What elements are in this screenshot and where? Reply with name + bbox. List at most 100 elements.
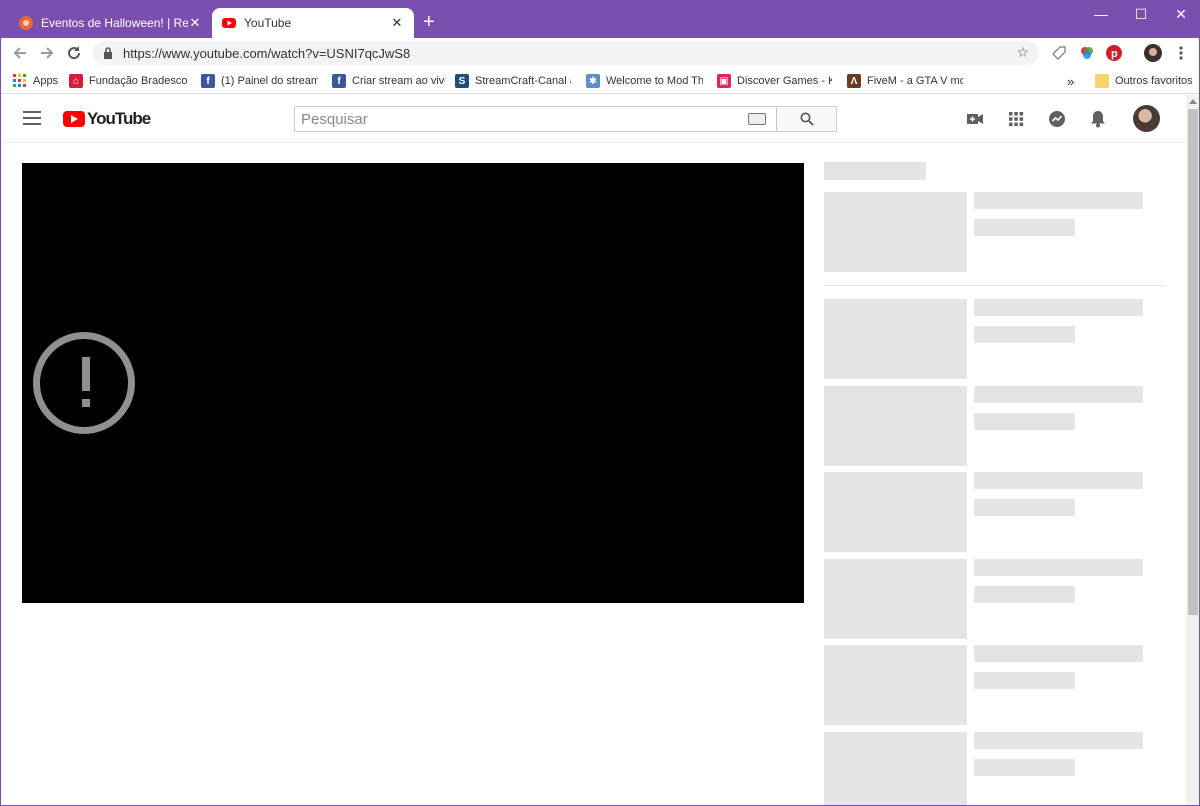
- bookmark-label: Criar stream ao vivo: [352, 75, 445, 87]
- apps-grid-icon[interactable]: [1006, 109, 1026, 129]
- forward-arrow-icon: [41, 47, 54, 59]
- skeleton-title: [974, 732, 1143, 749]
- bookmark-item[interactable]: f Criar stream ao vivo: [332, 72, 445, 90]
- bookmark-item[interactable]: ✱ Welcome to Mod The: [586, 72, 703, 90]
- bookmark-item[interactable]: S StreamCraft-Canal ac: [455, 72, 571, 90]
- back-button[interactable]: [10, 43, 30, 63]
- bookmark-label: Apps: [33, 75, 59, 87]
- menu-kebab-icon[interactable]: [1172, 44, 1190, 62]
- youtube-logo-text: YouTube: [87, 109, 151, 128]
- skeleton-thumbnail: [824, 559, 967, 639]
- extension-color-icon[interactable]: [1078, 44, 1096, 62]
- skeleton-title: [974, 559, 1143, 576]
- browser-toolbar: https://www.youtube.com/watch?v=USNI7qcJ…: [1, 38, 1199, 68]
- bookmark-item[interactable]: ▣ Discover Games - Key: [717, 72, 832, 90]
- bookmarks-overflow-button[interactable]: »: [1067, 72, 1074, 90]
- youtube-logo[interactable]: YouTube: [63, 109, 151, 129]
- modthesims-icon: ✱: [586, 74, 600, 88]
- bookmark-label: (1) Painel do streame: [221, 75, 318, 87]
- skeleton-meta: [974, 326, 1075, 343]
- reload-button[interactable]: [64, 43, 84, 63]
- search-button[interactable]: [777, 106, 837, 132]
- reload-icon: [68, 46, 81, 60]
- extension-tag-icon[interactable]: [1050, 44, 1068, 62]
- bookmark-apps[interactable]: Apps: [13, 72, 58, 90]
- youtube-icon: [222, 18, 236, 28]
- error-alert-icon: [33, 332, 135, 434]
- profile-avatar-icon[interactable]: [1144, 44, 1162, 62]
- streamcraft-icon: S: [455, 74, 469, 88]
- skeleton-meta: [974, 499, 1075, 516]
- fivem-icon: Λ: [847, 74, 861, 88]
- skeleton-title: [974, 645, 1143, 662]
- scrollbar-thumb[interactable]: [1188, 109, 1198, 615]
- create-video-icon[interactable]: [965, 109, 985, 129]
- svg-text:p: p: [1111, 48, 1118, 60]
- skeleton-meta: [974, 586, 1075, 603]
- tab-youtube[interactable]: YouTube ✕: [212, 8, 414, 38]
- tab-close-icon[interactable]: ✕: [188, 15, 202, 31]
- page-scrollbar[interactable]: [1186, 95, 1199, 805]
- bookmark-label: FiveM - a GTA V mod: [867, 75, 963, 87]
- search-box[interactable]: [294, 106, 777, 132]
- hamburger-menu-icon[interactable]: [23, 111, 41, 125]
- bradesco-icon: ⌂: [69, 74, 83, 88]
- skeleton-thumbnail: [824, 192, 967, 272]
- forward-button[interactable]: [37, 43, 57, 63]
- facebook-icon: f: [332, 74, 346, 88]
- notifications-bell-icon[interactable]: [1088, 109, 1108, 129]
- messages-icon[interactable]: [1047, 109, 1067, 129]
- bookmark-folder-outros[interactable]: Outros favoritos: [1095, 72, 1193, 90]
- bookmark-item[interactable]: ⌂ Fundação Bradesco -: [69, 72, 187, 90]
- bookmark-label: Welcome to Mod The: [606, 75, 703, 87]
- search-icon: [800, 112, 814, 126]
- keymailer-icon: ▣: [717, 74, 731, 88]
- bookmark-label: Outros favoritos: [1115, 75, 1193, 87]
- youtube-header: YouTube: [1, 95, 1186, 143]
- skeleton-meta: [974, 413, 1075, 430]
- keyboard-icon[interactable]: [748, 113, 766, 125]
- skeleton-heading: [824, 162, 926, 180]
- scroll-up-icon[interactable]: [1189, 99, 1197, 104]
- bookmark-item[interactable]: f (1) Painel do streame: [201, 72, 318, 90]
- tab-title: YouTube: [244, 16, 292, 30]
- pinterest-icon[interactable]: p: [1105, 44, 1123, 62]
- facebook-icon: f: [201, 74, 215, 88]
- bookmarks-bar: Apps ⌂ Fundação Bradesco - f (1) Painel …: [1, 68, 1199, 94]
- back-arrow-icon: [13, 47, 26, 59]
- search-input[interactable]: [301, 110, 741, 128]
- skeleton-meta: [974, 759, 1075, 776]
- skeleton-thumbnail: [824, 732, 967, 805]
- tab-redfox[interactable]: Eventos de Halloween! | RedFox ✕: [9, 8, 212, 38]
- address-bar[interactable]: https://www.youtube.com/watch?v=USNI7qcJ…: [93, 41, 1039, 65]
- youtube-play-icon: [63, 111, 85, 127]
- new-tab-button[interactable]: +: [423, 11, 435, 33]
- title-bar: Eventos de Halloween! | RedFox ✕ YouTube…: [1, 1, 1199, 38]
- user-avatar[interactable]: [1133, 105, 1160, 132]
- folder-icon: [1095, 74, 1109, 88]
- skeleton-meta: [974, 219, 1075, 236]
- redfox-icon: [19, 16, 33, 30]
- minimize-button[interactable]: —: [1081, 1, 1121, 27]
- divider: [824, 285, 1166, 286]
- lock-icon: [104, 47, 112, 59]
- bookmark-item[interactable]: Λ FiveM - a GTA V mod: [847, 72, 963, 90]
- url-text: https://www.youtube.com/watch?v=USNI7qcJ…: [123, 45, 411, 61]
- skeleton-title: [974, 472, 1143, 489]
- skeleton-thumbnail: [824, 299, 967, 379]
- video-player[interactable]: [22, 163, 804, 603]
- skeleton-title: [974, 386, 1143, 403]
- browser-window: Eventos de Halloween! | RedFox ✕ YouTube…: [0, 0, 1200, 806]
- skeleton-thumbnail: [824, 472, 967, 552]
- skeleton-title: [974, 299, 1143, 316]
- apps-grid-icon: [13, 74, 26, 87]
- bookmark-star-icon[interactable]: ☆: [1016, 44, 1029, 61]
- skeleton-title: [974, 192, 1143, 209]
- skeleton-thumbnail: [824, 645, 967, 725]
- skeleton-meta: [974, 672, 1075, 689]
- close-window-button[interactable]: ✕: [1161, 1, 1199, 27]
- bookmark-label: StreamCraft-Canal ac: [475, 75, 571, 87]
- bookmark-label: Discover Games - Key: [737, 75, 832, 87]
- maximize-button[interactable]: ☐: [1121, 1, 1161, 27]
- tab-close-icon[interactable]: ✕: [390, 15, 404, 31]
